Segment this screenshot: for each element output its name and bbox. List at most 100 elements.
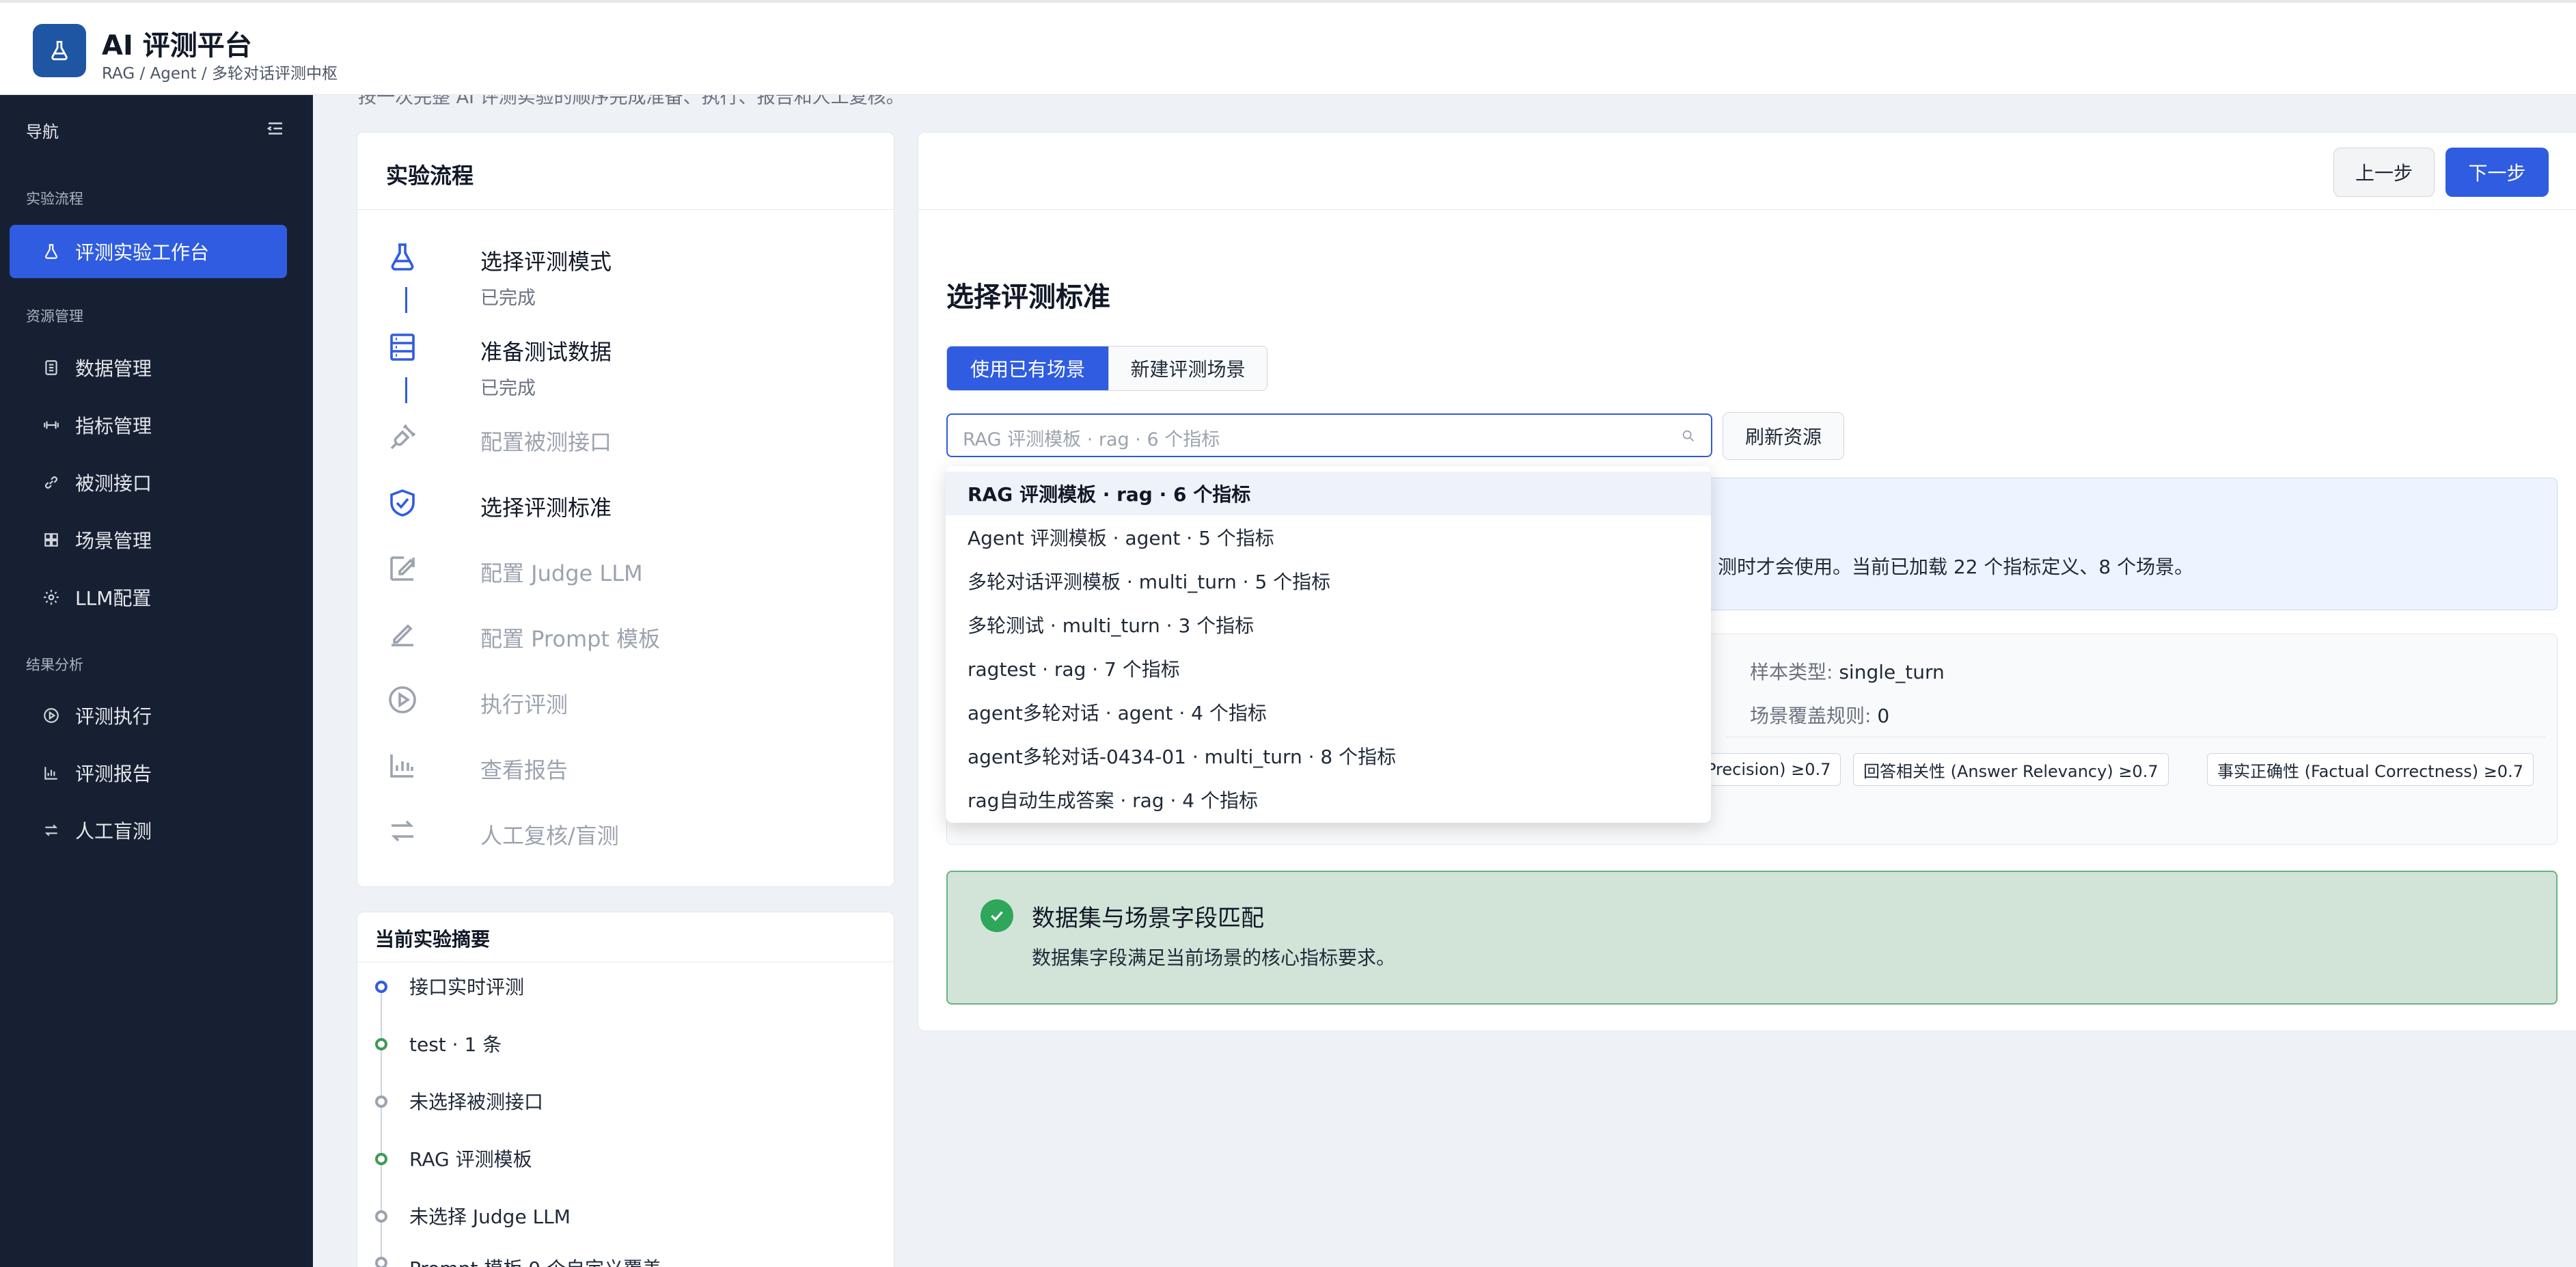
step-name: 配置 Prompt 模板: [480, 626, 661, 652]
dropdown-option[interactable]: 多轮测试 · multi_turn · 3 个指标: [946, 603, 1711, 646]
plug-icon: [390, 424, 416, 450]
edit-icon: [390, 556, 415, 581]
sidebar-item-data[interactable]: 数据管理: [10, 341, 287, 394]
dropdown-option[interactable]: agent多轮对话 · agent · 4 个指标: [946, 690, 1711, 734]
sidebar-item-blind-test[interactable]: 人工盲测: [10, 804, 287, 857]
check-circle-icon: [981, 899, 1013, 932]
step-name: 配置 Judge LLM: [480, 560, 643, 586]
timeline-dot-pending: [375, 1095, 387, 1108]
app-logo[interactable]: [33, 24, 86, 77]
play-circle-icon: [389, 686, 416, 713]
dropdown-option[interactable]: rag自动生成答案 · rag · 4 个指标: [946, 778, 1711, 821]
dumbbell-icon: [44, 421, 59, 429]
app-title: AI 评测平台: [102, 30, 252, 62]
step-name: 查看报告: [480, 757, 568, 783]
info-notice-text: 测时才会使用。当前已加载 22 个指标定义、8 个场景。: [1718, 556, 2194, 578]
step-name: 执行评测: [480, 692, 568, 718]
divider: [357, 209, 894, 210]
sidebar-item-label: 评测实验工作台: [75, 241, 210, 264]
swap-icon: [391, 820, 414, 842]
app-subtitle: RAG / Agent / 多轮对话评测中枢: [102, 65, 338, 83]
dropdown-option[interactable]: ragtest · rag · 7 个指标: [946, 646, 1711, 690]
success-description: 数据集字段满足当前场景的核心指标要求。: [1032, 946, 1396, 969]
dropdown-option[interactable]: RAG 评测模板 · rag · 6 个指标: [946, 472, 1711, 515]
sidebar-item-label: 场景管理: [75, 530, 152, 552]
sidebar-item-label: LLM配置: [75, 587, 152, 610]
shield-check-icon: [390, 489, 415, 517]
sidebar-item-label: 人工盲测: [75, 820, 152, 843]
dropdown-option[interactable]: Agent 评测模板 · agent · 5 个指标: [946, 515, 1711, 559]
refresh-resources-button[interactable]: 刷新资源: [1723, 412, 1844, 460]
workflow-steps-card: 实验流程 选择评测模式 已完成 准备测试数据 已完成 配置被测接口 选择评测标准…: [357, 132, 894, 887]
scenario-dropdown: RAG 评测模板 · rag · 6 个指标 Agent 评测模板 · agen…: [946, 466, 1711, 823]
summary-mode: 接口实时评测: [409, 976, 525, 998]
timeline-dot-pending: [375, 1257, 387, 1267]
grid-icon: [44, 533, 58, 547]
summary-title: 当前实验摘要: [375, 928, 491, 951]
next-step-button[interactable]: 下一步: [2445, 148, 2549, 197]
bar-chart-icon: [44, 767, 57, 780]
sidebar-item-label: 数据管理: [75, 357, 152, 380]
sample-type: 样本类型: single_turn: [1750, 657, 1945, 685]
swap-icon: [44, 824, 58, 836]
flask-icon: [391, 243, 414, 271]
step-status: 已完成: [480, 288, 536, 309]
nav-group-label: 结果分析: [26, 657, 83, 673]
summary-prompt: Prompt 模板 0 个自定义覆盖: [409, 1254, 661, 1267]
summary-judge: 未选择 Judge LLM: [409, 1205, 571, 1228]
gear-icon: [44, 590, 59, 605]
sidebar-item-workbench[interactable]: 评测实验工作台: [10, 225, 287, 278]
sidebar-item-label: 评测执行: [75, 705, 152, 728]
coverage-rules-label: 场景覆盖规则:: [1750, 705, 1872, 727]
top-header: AI 评测平台 RAG / Agent / 多轮对话评测中枢: [0, 0, 2576, 95]
timeline-line: [381, 983, 382, 1267]
tab-existing-scenario[interactable]: 使用已有场景: [947, 346, 1108, 390]
experiment-summary-card: 当前实验摘要 接口实时评测 test · 1 条 未选择被测接口 RAG 评测模…: [357, 912, 894, 1267]
timeline-dot-done: [375, 1153, 387, 1165]
scenario-select[interactable]: RAG 评测模板 · rag · 6 个指标: [946, 413, 1712, 457]
step-name: 选择评测标准: [480, 495, 612, 521]
timeline-dot-done: [375, 1038, 387, 1050]
sample-type-label: 样本类型:: [1750, 661, 1833, 683]
database-icon: [45, 360, 57, 375]
metric-chip: 事实正确性 (Factual Correctness) ≥0.7: [2207, 753, 2534, 786]
sidebar: 导航 实验流程 评测实验工作台 资源管理 数据管理 指标管理 被测接口 场景管理…: [0, 95, 313, 1267]
sidebar-item-endpoints[interactable]: 被测接口: [10, 456, 287, 509]
sidebar-item-label: 指标管理: [75, 415, 152, 437]
nav-group-label: 资源管理: [26, 308, 83, 325]
step-name: 选择评测模式: [480, 249, 612, 275]
step-name: 人工复核/盲测: [480, 823, 619, 849]
metric-chip: 回答相关性 (Answer Relevancy) ≥0.7: [1853, 753, 2169, 786]
scenario-source-toggle: 使用已有场景 新建评测场景: [946, 346, 1268, 391]
sidebar-item-llm-config[interactable]: LLM配置: [10, 571, 287, 624]
dropdown-option[interactable]: 多轮对话评测模板 · multi_turn · 5 个指标: [946, 559, 1711, 603]
field-match-success: 数据集与场景字段匹配 数据集字段满足当前场景的核心指标要求。: [946, 871, 2558, 1005]
prev-step-button[interactable]: 上一步: [2333, 148, 2435, 197]
sidebar-item-metrics[interactable]: 指标管理: [10, 398, 287, 452]
sample-type-value: single_turn: [1839, 661, 1945, 683]
sidebar-item-reports[interactable]: 评测报告: [10, 746, 287, 800]
section-title: 选择评测标准: [946, 282, 1110, 313]
sidebar-item-scenarios[interactable]: 场景管理: [10, 513, 287, 567]
flask-icon: [45, 244, 57, 259]
nav-group-label: 实验流程: [26, 191, 83, 207]
sidebar-item-label: 评测报告: [75, 763, 152, 785]
steps-title: 实验流程: [386, 163, 474, 189]
timeline-dot-pending: [375, 1210, 387, 1223]
sidebar-item-label: 被测接口: [75, 472, 152, 495]
step-name: 准备测试数据: [480, 339, 612, 365]
step-connector: [405, 377, 407, 403]
sidebar-item-execution[interactable]: 评测执行: [10, 689, 287, 742]
step-name: 配置被测接口: [480, 429, 612, 455]
collapse-menu-icon[interactable]: [265, 118, 286, 139]
step-status: 已完成: [480, 378, 536, 399]
summary-scenario: RAG 评测模板: [409, 1148, 532, 1171]
search-icon: [1682, 430, 1694, 441]
summary-endpoint: 未选择被测接口: [409, 1091, 544, 1113]
link-icon: [45, 476, 57, 489]
metric-chip: Precision) ≥0.7: [1696, 753, 1841, 786]
play-circle-icon: [44, 708, 59, 723]
dropdown-option[interactable]: agent多轮对话-0434-01 · multi_turn · 8 个指标: [946, 734, 1711, 778]
step-connector: [405, 287, 407, 313]
tab-new-scenario[interactable]: 新建评测场景: [1108, 346, 1267, 390]
